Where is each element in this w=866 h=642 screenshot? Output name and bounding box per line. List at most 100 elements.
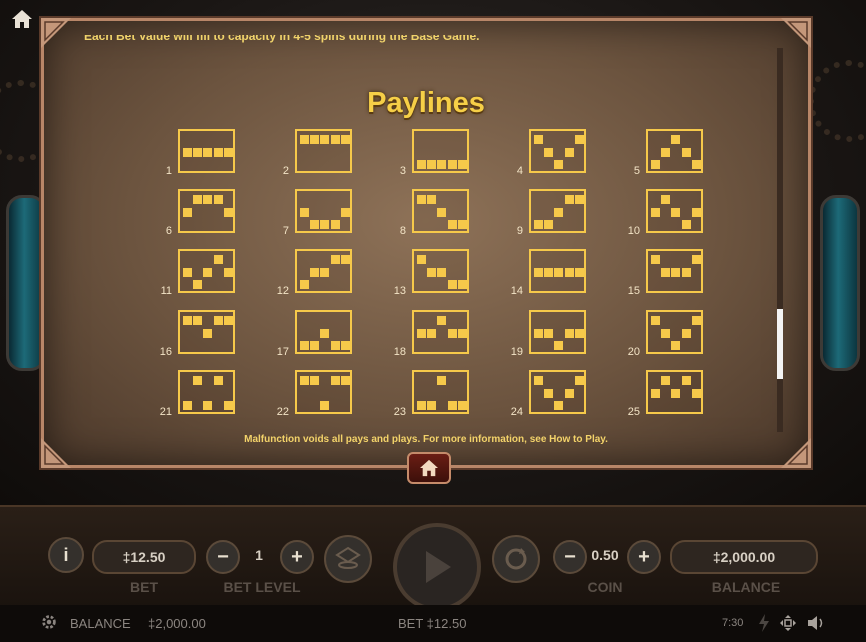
payline-cell: [183, 267, 192, 277]
payline-16: 16: [154, 310, 235, 358]
settings-button[interactable]: [40, 613, 58, 634]
home-icon: [12, 10, 32, 28]
payline-cell: [534, 135, 543, 144]
balance-display: ‡2,000.00: [670, 540, 818, 574]
payline-number: 6: [165, 225, 172, 237]
coin-label: COIN: [587, 579, 623, 595]
plus-icon: +: [638, 545, 650, 568]
payline-cell: [671, 207, 681, 217]
stack-button[interactable]: [324, 535, 372, 583]
payline-cell: [427, 328, 437, 338]
bet-level-value: 1: [255, 547, 263, 563]
payline-pattern: [412, 249, 469, 293]
payline-cell: [544, 267, 554, 277]
bet-label: BET: [130, 579, 158, 595]
paytable-scrollbar[interactable]: [777, 48, 783, 432]
turbo-button[interactable]: [758, 614, 770, 635]
decorative-gear: [808, 60, 866, 142]
scrollbar-thumb[interactable]: [777, 309, 783, 379]
payline-cell: [223, 401, 233, 410]
payline-cell: [554, 401, 564, 410]
payline-cell: [651, 388, 660, 398]
status-balance-value: ‡2,000.00: [148, 616, 206, 631]
payline-cell: [554, 267, 564, 277]
payline-cell: [457, 328, 467, 338]
payline-cell: [564, 328, 574, 338]
bet-level-label: BET LEVEL: [223, 579, 301, 595]
speaker-icon: [808, 616, 823, 630]
payline-cell: [300, 376, 309, 385]
payline-cell: [554, 207, 564, 217]
autoplay-button[interactable]: [492, 535, 540, 583]
payline-pattern: [412, 370, 469, 414]
spin-button[interactable]: [393, 523, 481, 611]
payline-cell: [320, 401, 330, 410]
payline-cell: [447, 160, 457, 169]
payline-number: 3: [399, 165, 406, 177]
payline-cell: [437, 207, 447, 217]
home-icon: [420, 459, 438, 477]
payline-11: 11: [154, 249, 235, 297]
bet-level-minus-button[interactable]: −: [206, 540, 240, 574]
payline-number: 5: [633, 165, 640, 177]
payline-13: 13: [388, 249, 469, 297]
payline-cell: [447, 280, 457, 289]
payline-cell: [417, 401, 426, 410]
payline-cell: [310, 341, 320, 350]
payline-cell: [183, 147, 192, 157]
payline-number: 17: [276, 346, 289, 358]
payline-number: 19: [510, 346, 523, 358]
fullscreen-button[interactable]: [779, 614, 797, 635]
payline-number: 9: [516, 225, 523, 237]
payline-pattern: [295, 370, 352, 414]
payline-cell: [340, 376, 350, 385]
payline-cell: [417, 328, 426, 338]
payline-cell: [223, 316, 233, 325]
payline-cell: [310, 267, 320, 277]
info-button[interactable]: i: [48, 537, 84, 573]
payline-cell: [574, 267, 584, 277]
payline-15: 15: [622, 249, 703, 297]
payline-cell: [213, 195, 223, 204]
payline-number: 13: [393, 285, 406, 297]
payline-cell: [427, 401, 437, 410]
payline-cell: [417, 160, 426, 169]
close-paytable-home-button[interactable]: [407, 452, 451, 484]
payline-cell: [457, 220, 467, 229]
payline-cell: [661, 147, 671, 157]
payline-pattern: [646, 189, 703, 233]
payline-cell: [691, 207, 701, 217]
payline-number: 21: [159, 406, 172, 418]
payline-number: 22: [276, 406, 289, 418]
payline-cell: [564, 388, 574, 398]
payline-number: 15: [627, 285, 640, 297]
payline-number: 24: [510, 406, 523, 418]
payline-cell: [340, 207, 350, 217]
coin-plus-button[interactable]: +: [627, 540, 661, 574]
payline-17: 17: [271, 310, 352, 358]
payline-pattern: [646, 249, 703, 293]
payline-cell: [427, 195, 437, 204]
payline-number: 11: [160, 285, 172, 297]
spin-icon: [426, 551, 451, 583]
payline-number: 23: [393, 406, 406, 418]
payline-pattern: [529, 249, 586, 293]
payline-cell: [691, 160, 701, 169]
payline-cell: [437, 376, 447, 385]
balance-label: BALANCE: [711, 579, 781, 595]
payline-cell: [691, 388, 701, 398]
payline-cell: [183, 401, 192, 410]
bet-level-plus-button[interactable]: +: [280, 540, 314, 574]
payline-cell: [457, 280, 467, 289]
payline-cell: [330, 341, 340, 350]
sound-button[interactable]: [806, 614, 826, 635]
home-button-top[interactable]: [8, 6, 36, 32]
payline-number: 10: [627, 225, 640, 237]
payline-number: 16: [159, 346, 172, 358]
coin-minus-button[interactable]: −: [553, 540, 587, 574]
payline-cell: [310, 135, 320, 144]
info-icon: i: [63, 544, 69, 565]
payline-pattern: [178, 370, 235, 414]
payline-cell: [437, 160, 447, 169]
payline-cell: [193, 280, 203, 289]
